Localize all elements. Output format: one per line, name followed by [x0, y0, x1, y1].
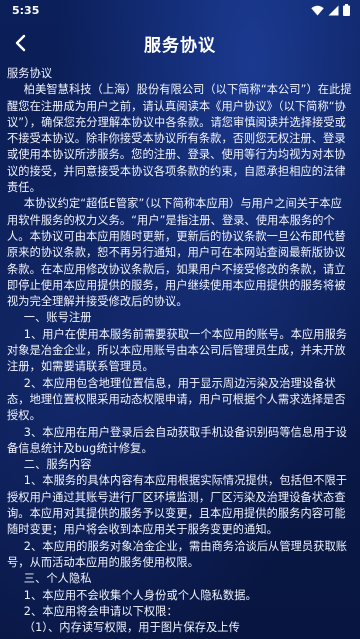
agreement-paragraph: 本协议约定“超低E管家”（以下简称本应用）与用户之间关于本应用软件服务的权力义务…: [7, 197, 346, 309]
status-time: 5:35: [12, 3, 40, 17]
agreement-paragraph: 3、本应用在用户登录后会自动获取手机设备识别码等信息用于设备信息统计及bug统计…: [7, 425, 348, 455]
battery-icon: [343, 4, 350, 16]
section-heading: 三、个人隐私: [23, 572, 92, 586]
agreement-content[interactable]: 服务协议 柏美智慧科技（上海）股份有限公司（以下简称“本公司”）在此提醒您在注册…: [0, 66, 360, 639]
section-heading: 一、账号注册: [23, 311, 92, 325]
status-bar: 5:35: [0, 0, 360, 20]
app-screen: 5:35 服务协议 服务协议 柏美智慧科技（上海）股份有限公司（以下简称“本公司…: [0, 0, 360, 639]
agreement-paragraph: 柏美智慧科技（上海）股份有限公司（以下简称“本公司”）在此提醒您在注册成为用户之…: [7, 83, 352, 195]
back-button[interactable]: [4, 26, 38, 60]
chevron-left-icon: [15, 34, 26, 52]
agreement-paragraph: 1、本应用不会收集个人身份或个人隐私数据。: [23, 588, 257, 602]
agreement-paragraph: 2、本应用将会申请以下权限：: [23, 604, 178, 618]
agreement-heading: 服务协议: [7, 67, 53, 80]
agreement-paragraph: 2、本应用包含地理位置信息，用于显示周边污染及治理设备状态，地理位置权限采用动态…: [7, 376, 346, 423]
agreement-paragraph: 2、本应用的服务对象冶金企业，需由商务洽谈后从管理员获取账号，从而活动本应用的服…: [7, 539, 348, 569]
section-heading: 二、服务内容: [23, 458, 92, 472]
title-bar: 服务协议: [0, 20, 360, 66]
signal-icon: [328, 5, 339, 15]
wifi-icon: [311, 5, 324, 15]
agreement-paragraph: 1、本服务的具体内容有本应用根据实际情况提供，包括但不限于授权用户通过其账号进行…: [7, 474, 348, 537]
page-title: 服务协议: [144, 35, 216, 56]
agreement-paragraph: （1）、内存读写权限，用于图片保存及上传: [23, 621, 240, 635]
agreement-paragraph: 1、用户在使用本服务前需要获取一个本应用的账号。本应用服务对象是冶金企业，所以本…: [7, 327, 348, 374]
status-icons: [311, 4, 350, 16]
